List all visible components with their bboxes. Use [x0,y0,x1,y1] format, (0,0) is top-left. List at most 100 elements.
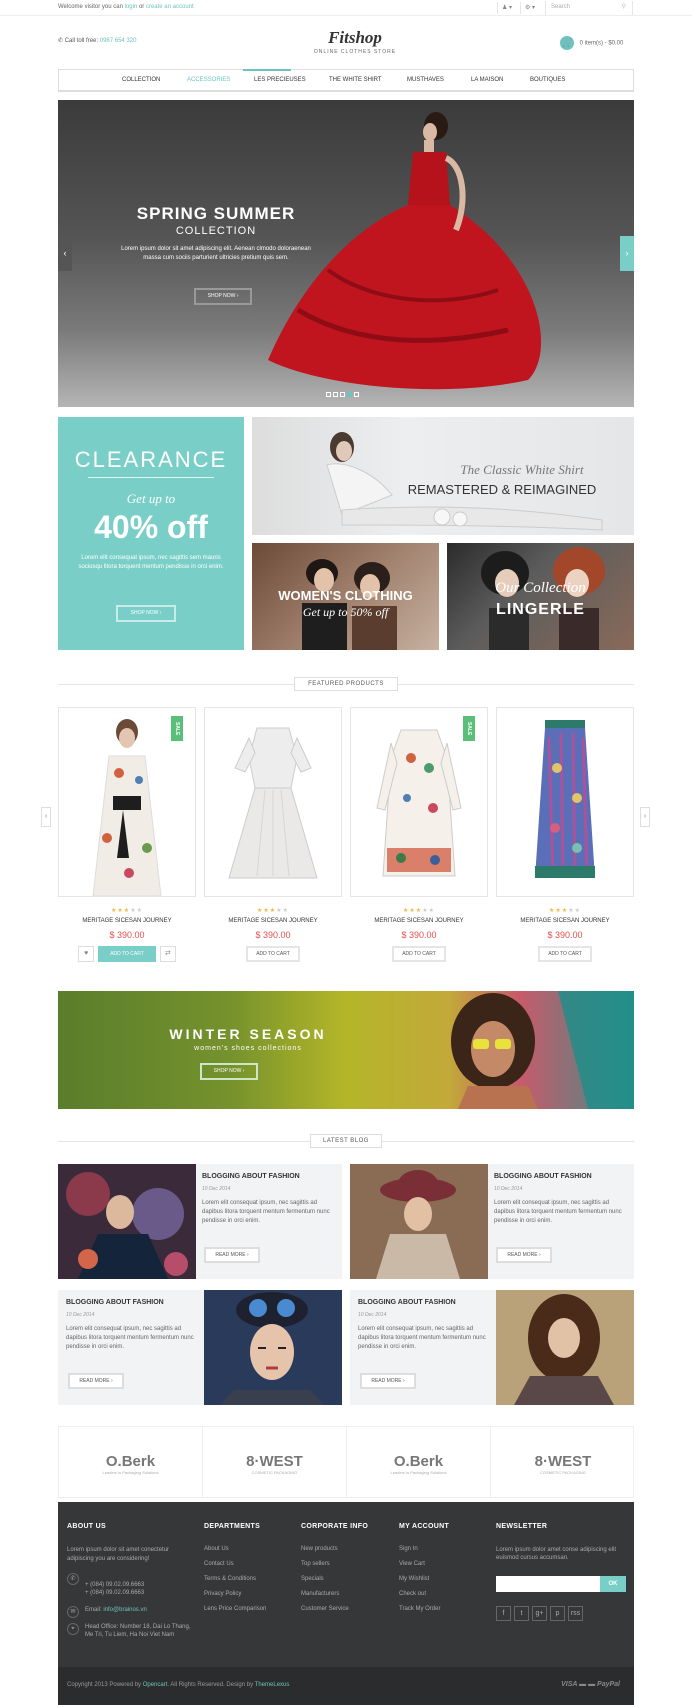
product-card[interactable]: SALE ★★★★★ MERITAGE SICESAN JOURNEY $ 39… [58,707,196,964]
hero-shop-now-button[interactable]: SHOP NOW › [194,288,252,305]
brand-logo[interactable]: 8·WEST COSMETIC PACKAGING [203,1427,347,1497]
hero-dot-5[interactable] [354,392,359,397]
clearance-shop-now-button[interactable]: SHOP NOW › [116,605,176,622]
lingerie-banner[interactable]: Our Collection LINGERLE [447,543,634,650]
user-menu[interactable]: ♟ ▾ [497,2,516,14]
footer-link-sign-in[interactable]: Sign In [399,1546,449,1552]
blog-title[interactable]: BLOGGING ABOUT FASHION [66,1299,164,1306]
clearance-text: Lorem elit consequat ipsum, nec sagittis… [78,555,224,570]
search-input[interactable]: Search ⚲ [545,1,633,15]
product-image[interactable] [496,707,634,897]
blog-post[interactable]: BLOGGING ABOUT FASHION 10 Dec 2014 Lorem… [58,1290,342,1405]
footer-link-manufacturers[interactable]: Manufacturers [301,1591,368,1597]
cart-icon[interactable]: 🛒 [560,36,574,50]
google-plus-icon[interactable]: g+ [532,1606,547,1621]
product-card[interactable]: SALE ★★★★★ MERITAGE SICESAN JOURNEY $ 39… [350,707,488,964]
footer-link-check-out[interactable]: Check out [399,1591,449,1597]
phone-number[interactable]: 0987 654 320 [100,38,137,44]
footer-link-about-us[interactable]: About Us [204,1546,266,1552]
womens-clothing-banner[interactable]: WOMEN'S CLOTHING Get up to 50% off [252,543,439,650]
cart-summary[interactable]: 🛒 0 item(s) - $0.00 [560,36,623,50]
login-link[interactable]: login [125,4,138,10]
winter-shop-now-button[interactable]: SHOP NOW › [200,1063,258,1080]
blog-title[interactable]: BLOGGING ABOUT FASHION [358,1299,456,1306]
payment-methods: VISA ▬ ▬ PayPal [561,1681,620,1688]
product-image[interactable]: SALE [350,707,488,897]
hero-dot-2[interactable] [333,392,338,397]
search-icon[interactable]: ⚲ [622,3,626,10]
product-image[interactable] [204,707,342,897]
add-to-cart-button[interactable]: ADD TO CART [98,946,156,962]
model-white-shirt-image [326,432,603,531]
brand-logo[interactable]: O.Berk Leaders in Packaging Solutions [347,1427,491,1497]
hero-prev-arrow[interactable]: ‹ [58,236,72,271]
product-name[interactable]: MERITAGE SICESAN JOURNEY [204,918,342,924]
footer-newsletter: NEWSLETTER Lorem ipsum dolor amet conse … [496,1523,626,1621]
create-account-link[interactable]: create an account [146,4,194,10]
rss-icon[interactable]: rss [568,1606,583,1621]
footer-email-link[interactable]: info@brainos.vn [103,1607,146,1613]
location-icon: ⌖ [67,1623,79,1635]
blog-image-curly-hair [496,1290,634,1405]
footer-link-new-products[interactable]: New products [301,1546,368,1552]
footer-link-contact-us[interactable]: Contact Us [204,1561,266,1567]
blog-post[interactable]: BLOGGING ABOUT FASHION 10 Dec 2014 Lorem… [58,1164,342,1279]
read-more-button[interactable]: READ MORE › [496,1247,552,1263]
newsletter-ok-button[interactable]: OK [600,1576,626,1592]
nav-item-boutiques[interactable]: BOUTIQUES [530,77,565,83]
footer-link-wishlist[interactable]: My Wishlist [399,1576,449,1582]
settings-menu[interactable]: ⚙ ▾ [520,2,539,14]
opencart-link[interactable]: Opencart [143,1682,168,1688]
footer-link-lens-price[interactable]: Lens Price Comparison [204,1606,266,1612]
nav-item-the-white-shirt[interactable]: THE WHITE SHIRT [329,77,382,83]
themelexus-link[interactable]: ThemeLexus [255,1682,290,1688]
hero-dot-1[interactable] [326,392,331,397]
product-name[interactable]: MERITAGE SICESAN JOURNEY [496,918,634,924]
product-image[interactable]: SALE [58,707,196,897]
brand-logo[interactable]: O.Berk Leaders in Packaging Solutions [59,1427,203,1497]
product-name[interactable]: MERITAGE SICESAN JOURNEY [350,918,488,924]
add-to-cart-button[interactable]: ADD TO CART [246,946,300,962]
compare-button[interactable]: ⇄ [159,946,176,962]
footer-link-customer-service[interactable]: Customer Service [301,1606,368,1612]
footer-link-top-sellers[interactable]: Top sellers [301,1561,368,1567]
products-next-arrow[interactable]: › [640,807,650,827]
blog-title[interactable]: BLOGGING ABOUT FASHION [494,1173,592,1180]
blog-title[interactable]: BLOGGING ABOUT FASHION [202,1173,300,1180]
hero-next-arrow[interactable]: › [620,236,634,271]
hero-dot-3[interactable] [340,392,345,397]
product-card[interactable]: ★★★★★ MERITAGE SICESAN JOURNEY $ 390.00 … [496,707,634,964]
pinterest-icon[interactable]: p [550,1606,565,1621]
clearance-banner[interactable]: CLEARANCE Get up to 40% off Lorem elit c… [58,417,244,650]
products-prev-arrow[interactable]: ‹ [41,807,51,827]
winter-title: WINTER SEASON [169,1026,327,1042]
read-more-button[interactable]: READ MORE › [360,1373,416,1389]
add-to-cart-button[interactable]: ADD TO CART [538,946,592,962]
classic-white-shirt-banner[interactable]: The Classic White Shirt REMASTERED & REI… [252,417,634,535]
footer-link-privacy[interactable]: Privacy Policy [204,1591,266,1597]
twitter-icon[interactable]: t [514,1606,529,1621]
product-card[interactable]: ★★★★★ MERITAGE SICESAN JOURNEY $ 390.00 … [204,707,342,964]
nav-item-collection[interactable]: COLLECTION [122,77,160,83]
blog-post[interactable]: BLOGGING ABOUT FASHION 10 Dec 2014 Lorem… [350,1164,634,1279]
nav-item-la-maison[interactable]: LA MAISON [471,77,503,83]
read-more-button[interactable]: READ MORE › [68,1373,124,1389]
hero-dot-4[interactable] [347,392,352,397]
winter-season-banner[interactable]: WINTER SEASON women's shoes collections … [58,991,634,1109]
footer-link-view-cart[interactable]: View Cart [399,1561,449,1567]
wishlist-button[interactable]: ♥ [78,946,95,962]
newsletter-email-input[interactable]: OK [496,1576,626,1592]
nav-item-accessories[interactable]: ACCESSORIES [187,77,230,83]
footer-link-specials[interactable]: Specials [301,1576,368,1582]
footer-link-terms[interactable]: Terms & Conditions [204,1576,266,1582]
brand-logo[interactable]: 8·WEST COSMETIC PACKAGING [491,1427,635,1497]
nav-item-les-precieuses[interactable]: LES PRECIEUSES [254,77,306,83]
add-to-cart-button[interactable]: ADD TO CART [392,946,446,962]
nav-item-musthaves[interactable]: MUSTHAVES [407,77,444,83]
footer-link-track-order[interactable]: Track My Order [399,1606,449,1612]
product-name[interactable]: MERITAGE SICESAN JOURNEY [58,918,196,924]
site-logo[interactable]: Fitshop ONLINE CLOTHES STORE [300,28,410,55]
blog-post[interactable]: BLOGGING ABOUT FASHION 10 Dec 2014 Lorem… [350,1290,634,1405]
read-more-button[interactable]: READ MORE › [204,1247,260,1263]
facebook-icon[interactable]: f [496,1606,511,1621]
